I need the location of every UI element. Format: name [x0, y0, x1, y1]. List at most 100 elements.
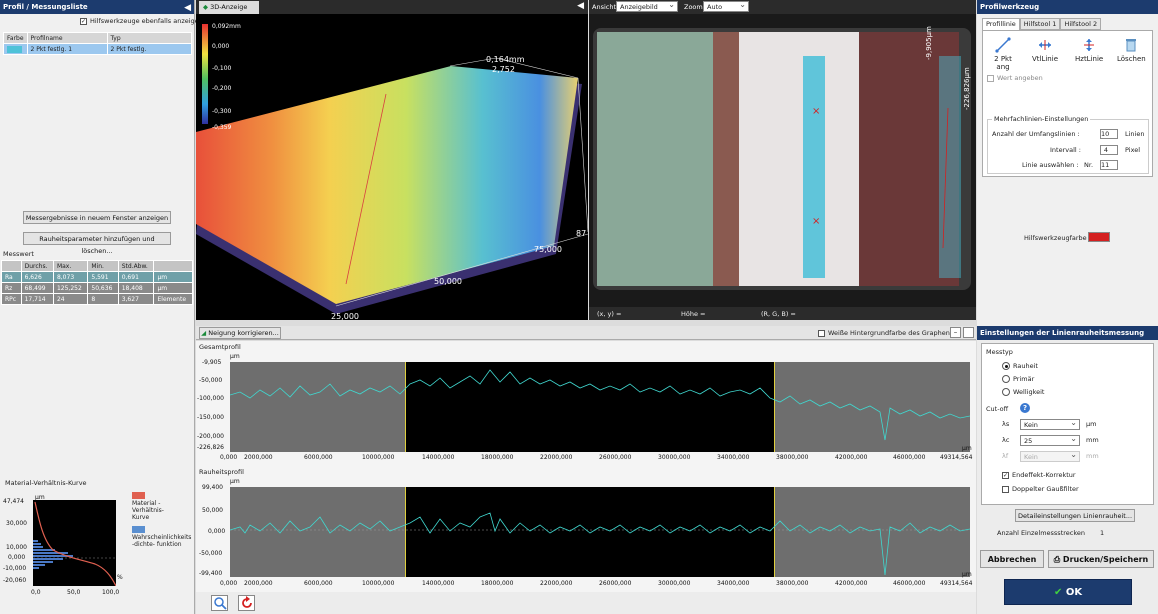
- tab-3d[interactable]: ◆ 3D-Anzeige: [199, 1, 259, 14]
- x-tick: 6000,000: [304, 580, 333, 587]
- print-save-button[interactable]: ⎙ Drucken/Speichern: [1048, 550, 1154, 568]
- material-curve-label: Material-Verhältnis-Kurve: [5, 479, 87, 487]
- x-tick: 42000,000: [835, 580, 868, 587]
- legend-swatch-material: [132, 492, 145, 499]
- tilt-correct-button[interactable]: ◢ Neigung korrigieren...: [199, 327, 281, 339]
- view-3d[interactable]: ◆ 3D-Anzeige ◀ 0,092mm 0,000 -0,100 -0,2…: [196, 0, 588, 321]
- lf-select[interactable]: Kein: [1020, 450, 1080, 462]
- tool-horizontal-button[interactable]: HztLinie: [1075, 37, 1103, 63]
- zoom-select[interactable]: Auto: [703, 0, 749, 12]
- rauheit-plot-area[interactable]: [230, 487, 970, 577]
- legend-density-label: Wahrscheinlichkeits -dichte- funktion: [132, 534, 192, 548]
- image-region-edge: [713, 32, 739, 286]
- color-scale-bar: [202, 24, 208, 124]
- select-line-label: Linie auswählen :: [1022, 161, 1079, 169]
- checkbox-icon[interactable]: ✓: [1002, 471, 1009, 479]
- aux-color-label: Hilfswerkzeugfarbe: [1024, 234, 1087, 242]
- x-tick: 26000,000: [599, 580, 632, 587]
- reset-button[interactable]: [238, 595, 255, 611]
- tool-vertical-button[interactable]: VtlLinie: [1031, 37, 1059, 63]
- view-2d-statusbar: (x, y) = Höhe = (R, G, B) =: [589, 307, 976, 320]
- white-bg-label: Weiße Hintergrundfarbe des Graphen: [828, 329, 950, 337]
- x-tick: 2000,000: [244, 454, 273, 461]
- col-header: Profilname: [26, 32, 108, 44]
- x-tick: 10000,000: [362, 580, 395, 587]
- aux-color-swatch[interactable]: [1088, 232, 1110, 242]
- gesamt-trace-svg: [230, 369, 970, 441]
- interval-stepper[interactable]: 4: [1100, 145, 1118, 155]
- tab-hilfstool-2[interactable]: Hilfstool 2: [1060, 18, 1102, 30]
- count-stepper[interactable]: 10: [1100, 129, 1118, 139]
- radio-rauheit[interactable]: Rauheit: [1002, 362, 1038, 370]
- radio-primaer[interactable]: Primär: [1002, 375, 1034, 383]
- checkbox-icon[interactable]: [1002, 485, 1009, 493]
- radio-icon[interactable]: [1002, 388, 1010, 396]
- radio-icon[interactable]: [1002, 362, 1010, 370]
- scale-label: -0,359: [212, 124, 232, 131]
- cell: 2 Pkt festlg.: [106, 43, 193, 55]
- ls-unit: µm: [1086, 420, 1097, 428]
- gesamt-plot-area[interactable]: [230, 362, 970, 452]
- x-tick: 49314,564: [940, 580, 973, 587]
- collapse-icon[interactable]: ◀: [577, 1, 584, 11]
- axis-label: 50,000: [434, 277, 462, 286]
- table-row[interactable]: RPc 17,714 24 8 3,627 Elemente: [1, 293, 193, 305]
- minimize-icon[interactable]: –: [950, 327, 961, 338]
- end-effect-label: Endeffekt-Korrektur: [1012, 471, 1076, 479]
- cancel-button[interactable]: Abbrechen: [980, 550, 1044, 568]
- print-save-label: Drucken/Speichern: [1062, 555, 1149, 564]
- y-tick: 30,000: [6, 520, 27, 527]
- show-results-button[interactable]: Messergebnisse in neuem Fenster anzeigen: [23, 211, 171, 224]
- x-tick: 30000,000: [658, 454, 691, 461]
- ansicht-label: Ansicht: [592, 3, 617, 11]
- table-row[interactable]: 2 Pkt festlg. 12 Pkt festlg.: [3, 43, 193, 55]
- legend-material-label: Material -Verhältnis- Kurve: [132, 500, 164, 521]
- radio-welligkeit[interactable]: Welligkeit: [1002, 388, 1044, 396]
- checkbox-icon[interactable]: [987, 74, 994, 82]
- checkbox-icon[interactable]: ✓: [80, 17, 87, 25]
- tab-hilfstool-1[interactable]: Hilfstool 1: [1019, 18, 1061, 30]
- y-tick: 47,474: [3, 498, 24, 505]
- double-gauss-label: Doppelter Gaußfilter: [1012, 485, 1079, 493]
- lc-select[interactable]: 25: [1020, 434, 1080, 446]
- ok-button[interactable]: ✔ OK: [1004, 579, 1132, 605]
- wert-angeben-checkbox[interactable]: Wert angeben: [987, 74, 1043, 82]
- select-line-stepper[interactable]: 11: [1100, 160, 1118, 170]
- table-row[interactable]: Ra 6,626 8,073 5,591 0,691 µm: [1, 271, 193, 283]
- y-tick: 99,400: [202, 484, 223, 491]
- collapse-icon[interactable]: ◀: [184, 1, 191, 15]
- x-tick: 10000,000: [362, 454, 395, 461]
- tab-profillinie[interactable]: Profillinie: [982, 18, 1020, 30]
- radio-icon[interactable]: [1002, 375, 1010, 383]
- x-tick: 14000,000: [422, 454, 455, 461]
- surface-3d-svg[interactable]: [196, 14, 588, 320]
- maximize-icon[interactable]: [963, 327, 974, 338]
- view-2d-toolbar: Ansicht Anzeigebild Zoom Auto: [589, 0, 976, 14]
- checkbox-icon[interactable]: [818, 329, 825, 337]
- white-bg-checkbox[interactable]: Weiße Hintergrundfarbe des Graphen: [818, 329, 950, 337]
- wert-angeben-label: Wert angeben: [997, 74, 1043, 82]
- cell: µm: [153, 271, 193, 283]
- detail-settings-button[interactable]: Detaileinstellungen Linienrauheit...: [1015, 509, 1135, 522]
- profile-tool-tabs: Profillinie Hilfstool 1 Hilfstool 2: [982, 18, 1102, 30]
- tool-delete-button[interactable]: Löschen: [1117, 37, 1146, 63]
- table-row[interactable]: Rz 68,499 125,252 50,636 18,408 µm: [1, 282, 193, 294]
- sample-image[interactable]: × ×: [593, 28, 971, 290]
- gesamtprofil-chart: Gesamtprofil µm -9,905 -50,000 -100,000 …: [196, 341, 976, 466]
- ansicht-select[interactable]: Anzeigebild: [616, 0, 678, 12]
- axis-label: 75,000: [534, 245, 562, 254]
- ls-select[interactable]: Kein: [1020, 418, 1080, 430]
- help-icon[interactable]: ?: [1020, 403, 1030, 413]
- axis-line: [577, 77, 588, 233]
- aux-tools-checkbox[interactable]: ✓ Hilfswerkzeuge ebenfalls anzeigen: [80, 17, 203, 25]
- radio-label: Rauheit: [1013, 362, 1038, 370]
- view-2d[interactable]: Ansicht Anzeigebild Zoom Auto × × -9,905…: [589, 0, 976, 320]
- cell: 125,252: [52, 282, 89, 294]
- end-effect-checkbox[interactable]: ✓ Endeffekt-Korrektur: [1002, 471, 1076, 479]
- roughness-params-button[interactable]: Rauheitsparameter hinzufügen und löschen…: [23, 232, 171, 255]
- tool-2pt-button[interactable]: 2 Pkt ang: [989, 37, 1017, 71]
- zoom-button[interactable]: [211, 595, 228, 611]
- x-tick: 26000,000: [599, 454, 632, 461]
- double-gauss-checkbox[interactable]: Doppelter Gaußfilter: [1002, 485, 1079, 493]
- material-plot-area: [33, 500, 117, 587]
